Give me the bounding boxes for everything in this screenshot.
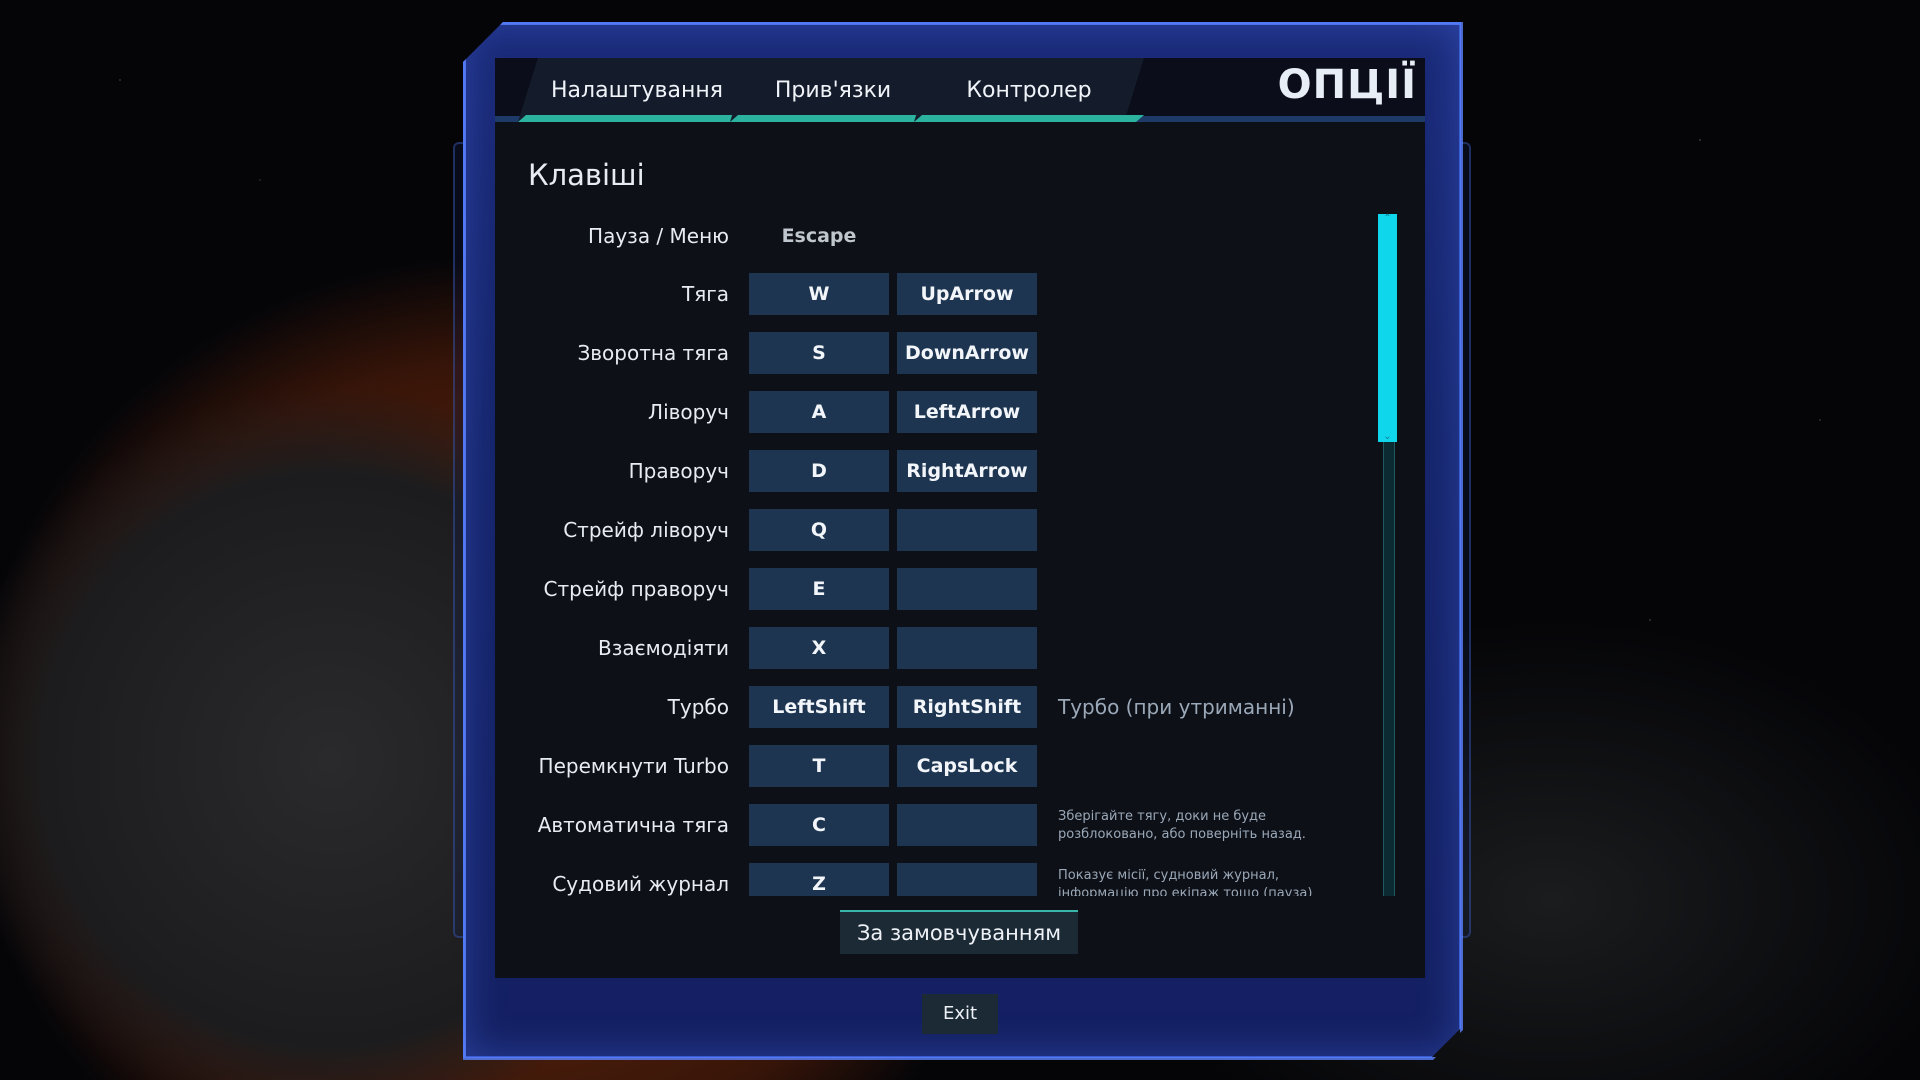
binding-label: Зворотна тяга xyxy=(577,341,729,365)
binding-row: Стрейф праворуч E xyxy=(495,568,1355,610)
binding-key-primary[interactable]: W xyxy=(749,273,889,315)
binding-key-primary[interactable]: E xyxy=(749,568,889,610)
bindings-list: Тяга W UpArrow Зворотна тяга S DownArrow… xyxy=(495,210,1375,896)
binding-key-primary[interactable]: Z xyxy=(749,863,889,896)
binding-key-primary[interactable]: LeftShift xyxy=(749,686,889,728)
binding-key-secondary[interactable] xyxy=(897,568,1037,610)
binding-key-secondary[interactable]: RightShift xyxy=(897,686,1037,728)
binding-label: Тяга xyxy=(681,282,729,306)
restore-defaults-button[interactable]: За замовчуванням xyxy=(840,910,1078,954)
binding-key-secondary[interactable]: CapsLock xyxy=(897,745,1037,787)
binding-key-primary[interactable]: D xyxy=(749,450,889,492)
chevron-up-icon: ⌃ xyxy=(1383,213,1392,224)
section-title: Клавіші xyxy=(528,158,645,192)
binding-label: Стрейф праворуч xyxy=(543,577,729,601)
tab-settings-underline xyxy=(518,115,756,122)
binding-key-secondary[interactable] xyxy=(897,627,1037,669)
binding-row: Судовий журнал Z Показує місії, судновий… xyxy=(495,863,1355,896)
binding-key-primary[interactable]: C xyxy=(749,804,889,846)
binding-label: Турбо xyxy=(667,695,729,719)
chevron-down-icon: ⌄ xyxy=(1383,431,1392,442)
binding-key-primary[interactable]: T xyxy=(749,745,889,787)
binding-row: Автоматична тяга C Зберігайте тягу, доки… xyxy=(495,804,1355,846)
binding-description: Показує місії, судновий журнал, інформац… xyxy=(1058,868,1313,896)
tab-bindings-underline xyxy=(730,115,936,122)
binding-description: Зберігайте тягу, доки не буде розблокова… xyxy=(1058,809,1306,842)
tab-bindings-label: Прив'язки xyxy=(774,77,892,103)
tab-bindings[interactable]: Прив'язки xyxy=(730,58,936,122)
binding-key-primary[interactable]: S xyxy=(749,332,889,374)
binding-key-primary[interactable]: Q xyxy=(749,509,889,551)
binding-label: Праворуч xyxy=(628,459,729,483)
binding-label: Судовий журнал xyxy=(552,872,729,896)
binding-key-primary[interactable]: X xyxy=(749,627,889,669)
binding-label: Автоматична тяга xyxy=(537,813,729,837)
binding-label: Перемкнути Turbo xyxy=(538,754,729,778)
binding-key-secondary[interactable]: UpArrow xyxy=(897,273,1037,315)
binding-description: Турбо (при утриманні) xyxy=(1058,695,1295,719)
binding-row: Праворуч D RightArrow xyxy=(495,450,1355,492)
binding-row: Взаємодіяти X xyxy=(495,627,1355,669)
tab-controller-underline xyxy=(914,115,1144,122)
tab-controller-label: Контролер xyxy=(966,77,1092,103)
tab-settings[interactable]: Налаштування xyxy=(518,58,756,122)
tab-controller[interactable]: Контролер xyxy=(914,58,1144,122)
tab-settings-label: Налаштування xyxy=(551,77,723,103)
window-title: ОПЦІЇ xyxy=(1277,62,1417,108)
binding-key-secondary[interactable]: DownArrow xyxy=(897,332,1037,374)
binding-row: Турбо LeftShift RightShift Турбо (при ут… xyxy=(495,686,1355,728)
binding-key-secondary[interactable] xyxy=(897,863,1037,896)
binding-key-primary[interactable]: A xyxy=(749,391,889,433)
binding-key-secondary[interactable] xyxy=(897,509,1037,551)
binding-row: Тяга W UpArrow xyxy=(495,273,1355,315)
binding-row: Стрейф ліворуч Q xyxy=(495,509,1355,551)
binding-label: Ліворуч xyxy=(648,400,729,424)
binding-label: Взаємодіяти xyxy=(598,636,729,660)
binding-row: Ліворуч A LeftArrow xyxy=(495,391,1355,433)
binding-row: Перемкнути Turbo T CapsLock xyxy=(495,745,1355,787)
binding-label: Стрейф ліворуч xyxy=(563,518,729,542)
binding-key-secondary[interactable] xyxy=(897,804,1037,846)
binding-row: Зворотна тяга S DownArrow xyxy=(495,332,1355,374)
scrollbar-thumb[interactable]: ⌃ ⌄ xyxy=(1378,214,1397,442)
binding-key-secondary[interactable]: RightArrow xyxy=(897,450,1037,492)
exit-button[interactable]: Exit xyxy=(922,994,998,1034)
binding-key-secondary[interactable]: LeftArrow xyxy=(897,391,1037,433)
